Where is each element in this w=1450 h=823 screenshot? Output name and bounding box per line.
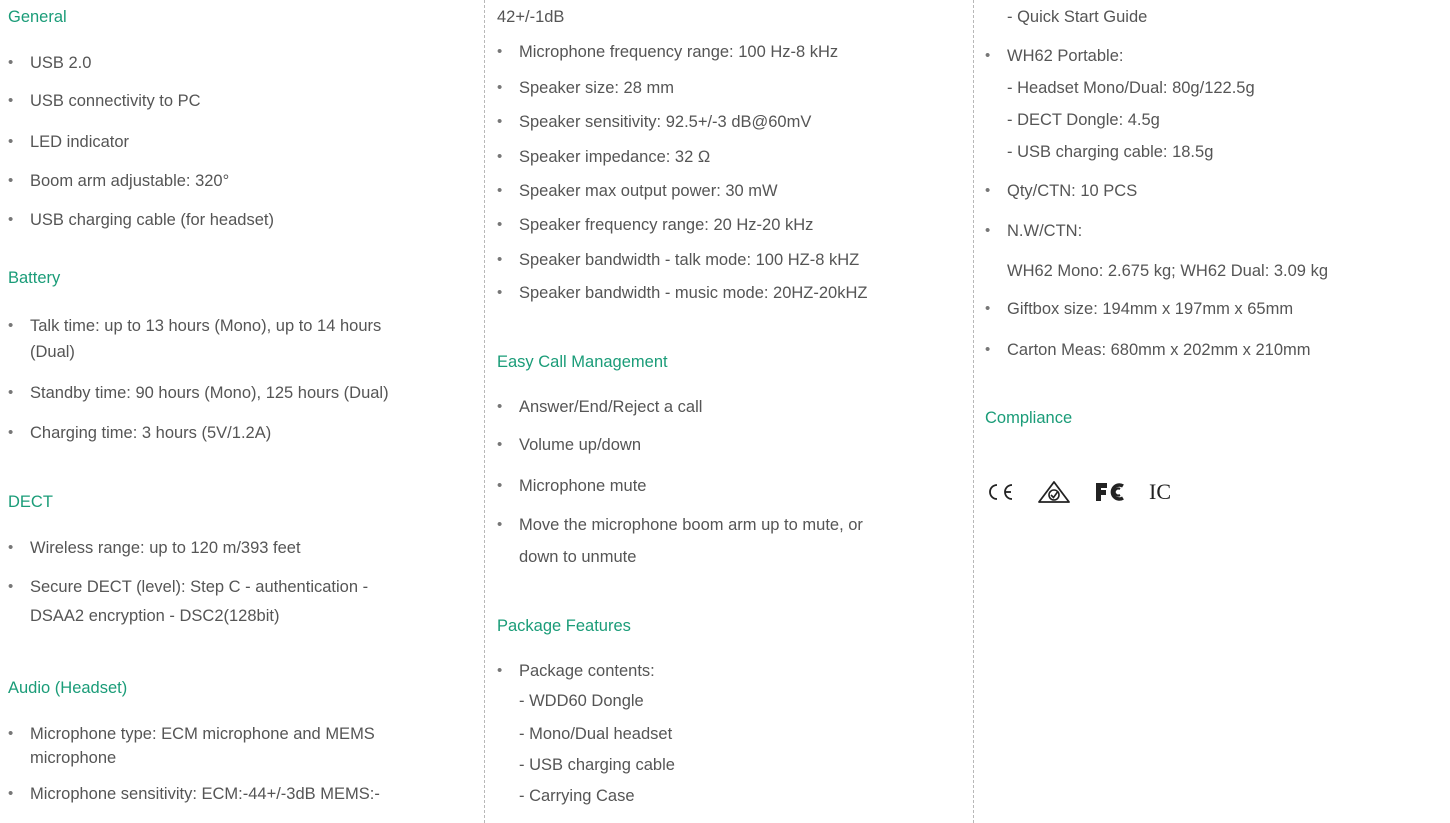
bullet: •: [497, 43, 503, 60]
section-heading-dect: DECT: [8, 493, 53, 511]
bullet: •: [8, 54, 14, 71]
section-heading-package-features: Package Features: [497, 617, 631, 635]
package-content-line: - Mono/Dual headset: [519, 725, 673, 743]
bullet: •: [985, 222, 991, 239]
spec-item: Microphone type: ECM microphone and MEMS: [30, 725, 375, 743]
spec-item: Standby time: 90 hours (Mono), 125 hours…: [30, 384, 389, 402]
spec-item-continuation: WH62 Mono: 2.675 kg; WH62 Dual: 3.09 kg: [1007, 262, 1328, 280]
spec-item: Carton Meas: 680mm x 202mm x 210mm: [1007, 341, 1311, 359]
spec-item: LED indicator: [30, 133, 130, 151]
spec-item: Microphone frequency range: 100 Hz-8 kHz: [519, 43, 839, 61]
spec-item: Answer/End/Reject a call: [519, 398, 703, 416]
bullet: •: [497, 251, 503, 268]
weight-line: - Headset Mono/Dual: 80g/122.5g: [1007, 79, 1255, 97]
spec-item: Speaker sensitivity: 92.5+/-3 dB@60mV: [519, 113, 812, 131]
bullet: •: [8, 424, 14, 441]
bullet: •: [8, 384, 14, 401]
fcc-logo-icon: [1093, 480, 1127, 504]
spec-item: Giftbox size: 194mm x 197mm x 65mm: [1007, 300, 1294, 318]
bullet: •: [985, 182, 991, 199]
section-heading-call-management: Easy Call Management: [497, 353, 668, 371]
ic-mark-icon: IC: [1149, 479, 1171, 504]
bullet: •: [8, 211, 14, 228]
spec-item: USB connectivity to PC: [30, 92, 201, 110]
column-divider: [973, 0, 974, 823]
spec-item: Qty/CTN: 10 PCS: [1007, 182, 1138, 200]
spec-item: Speaker bandwidth - music mode: 20HZ-20k…: [519, 284, 868, 302]
package-content-line: - USB charging cable: [519, 756, 675, 774]
bullet: •: [985, 300, 991, 317]
bullet: •: [497, 284, 503, 301]
bullet: •: [497, 477, 503, 494]
spec-item: USB charging cable (for headset): [30, 211, 274, 229]
bullet: •: [8, 725, 14, 742]
section-heading-battery: Battery: [8, 269, 61, 287]
bullet: •: [8, 133, 14, 150]
bullet: •: [985, 47, 991, 64]
spec-item: Move the microphone boom arm up to mute,…: [519, 516, 863, 534]
spec-item: Boom arm adjustable: 320°: [30, 172, 230, 190]
bullet: •: [497, 148, 503, 165]
spec-item: Talk time: up to 13 hours (Mono), up to …: [30, 317, 382, 335]
bullet: •: [497, 398, 503, 415]
spec-item: Speaker size: 28 mm: [519, 79, 674, 97]
bullet: •: [985, 341, 991, 358]
spec-item: Volume up/down: [519, 436, 642, 454]
ce-mark-icon: [985, 482, 1015, 502]
bullet: •: [497, 662, 503, 679]
column-divider: [484, 0, 485, 823]
bullet: •: [497, 79, 503, 96]
spec-item: Speaker frequency range: 20 Hz-20 kHz: [519, 216, 814, 234]
spec-item-continuation: 42+/-1dB: [497, 8, 565, 26]
section-heading-audio: Audio (Headset): [8, 679, 128, 697]
compliance-logos: IC: [985, 478, 1171, 506]
bullet: •: [497, 436, 503, 453]
spec-item-continuation: microphone: [30, 749, 117, 767]
spec-item-continuation: down to unmute: [519, 548, 637, 566]
spec-item-continuation: DSAA2 encryption - DSC2(128bit): [30, 607, 280, 625]
bullet: •: [8, 92, 14, 109]
spec-item: Package contents:: [519, 662, 655, 680]
section-heading-general: General: [8, 8, 67, 26]
package-content-line: - Quick Start Guide: [1007, 8, 1148, 26]
spec-item: Microphone mute: [519, 477, 647, 495]
spec-item: Speaker max output power: 30 mW: [519, 182, 778, 200]
package-content-line: - Carrying Case: [519, 787, 635, 805]
spec-item-continuation: (Dual): [30, 343, 75, 361]
weight-line: - USB charging cable: 18.5g: [1007, 143, 1214, 161]
spec-item: Wireless range: up to 120 m/393 feet: [30, 539, 301, 557]
spec-item: WH62 Portable:: [1007, 47, 1124, 65]
bullet: •: [497, 113, 503, 130]
package-content-line: - WDD60 Dongle: [519, 692, 644, 710]
bullet: •: [8, 539, 14, 556]
spec-item: Speaker impedance: 32 Ω: [519, 148, 711, 166]
spec-item: USB 2.0: [30, 54, 92, 72]
spec-item: Secure DECT (level): Step C - authentica…: [30, 578, 369, 596]
bullet: •: [497, 216, 503, 233]
section-heading-compliance: Compliance: [985, 409, 1073, 427]
spec-item: Microphone sensitivity: ECM:-44+/-3dB ME…: [30, 785, 380, 803]
rcm-mark-icon: [1037, 480, 1071, 504]
spec-item: N.W/CTN:: [1007, 222, 1083, 240]
bullet: •: [8, 578, 14, 595]
bullet: •: [497, 182, 503, 199]
weight-line: - DECT Dongle: 4.5g: [1007, 111, 1160, 129]
spec-item: Speaker bandwidth - talk mode: 100 HZ-8 …: [519, 251, 860, 269]
bullet: •: [8, 785, 14, 802]
bullet: •: [497, 516, 503, 533]
spec-item: Charging time: 3 hours (5V/1.2A): [30, 424, 272, 442]
bullet: •: [8, 172, 14, 189]
bullet: •: [8, 317, 14, 334]
